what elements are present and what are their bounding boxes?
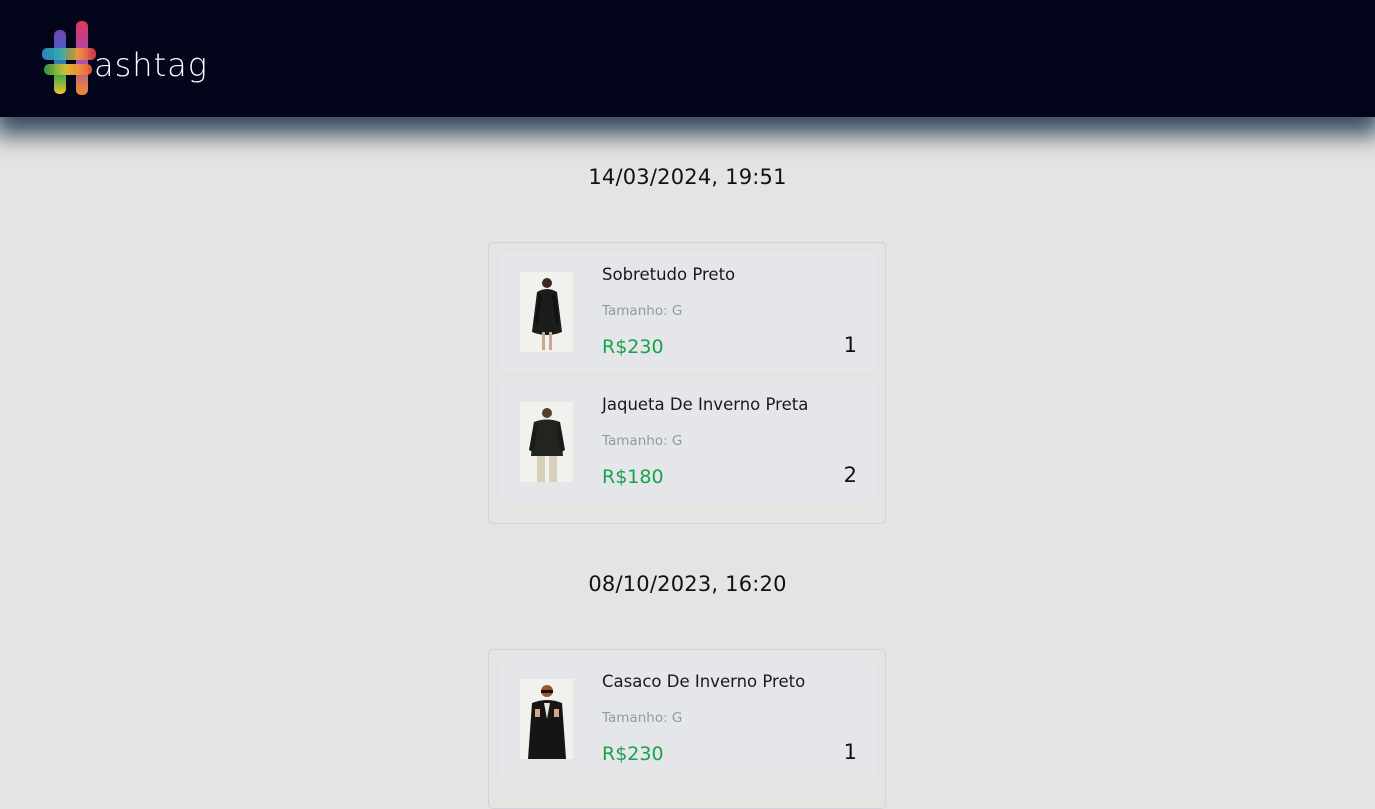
top-header: ashtag bbox=[0, 0, 1375, 117]
product-size: Tamanho: G bbox=[602, 433, 683, 449]
product-size: Tamanho: G bbox=[602, 710, 683, 726]
product-price: R$230 bbox=[602, 743, 664, 765]
product-price: R$230 bbox=[602, 336, 664, 358]
orders-page: 14/03/2024, 19:51 Sobretudo Preto Tamanh… bbox=[0, 117, 1375, 809]
hashtag-logo[interactable]: ashtag bbox=[40, 18, 215, 98]
product-size: Tamanho: G bbox=[602, 303, 683, 319]
logo-text: ashtag bbox=[94, 46, 208, 84]
product-quantity: 2 bbox=[843, 463, 857, 487]
product-quantity: 1 bbox=[843, 333, 857, 357]
order-item[interactable]: Sobretudo Preto Tamanho: G R$230 1 bbox=[499, 252, 877, 372]
black-winter-jacket-photo bbox=[520, 402, 573, 482]
order-date: 14/03/2024, 19:51 bbox=[588, 165, 787, 189]
order-item[interactable]: Casaco De Inverno Preto Tamanho: G R$230… bbox=[499, 659, 877, 779]
product-price: R$180 bbox=[602, 466, 664, 488]
order-card: Casaco De Inverno Preto Tamanho: G R$230… bbox=[488, 649, 886, 809]
product-image bbox=[520, 272, 573, 352]
product-name: Casaco De Inverno Preto bbox=[602, 672, 806, 691]
order-date: 08/10/2023, 16:20 bbox=[588, 572, 787, 596]
black-overcoat-photo bbox=[520, 272, 573, 352]
product-quantity: 1 bbox=[843, 740, 857, 764]
order-item[interactable]: Jaqueta De Inverno Preta Tamanho: G R$18… bbox=[499, 382, 877, 502]
product-image bbox=[520, 402, 573, 482]
product-image bbox=[520, 679, 573, 759]
product-name: Sobretudo Preto bbox=[602, 265, 736, 284]
black-winter-coat-photo bbox=[520, 679, 573, 759]
product-name: Jaqueta De Inverno Preta bbox=[602, 395, 809, 414]
order-card: Sobretudo Preto Tamanho: G R$230 1 Jaque… bbox=[488, 242, 886, 524]
